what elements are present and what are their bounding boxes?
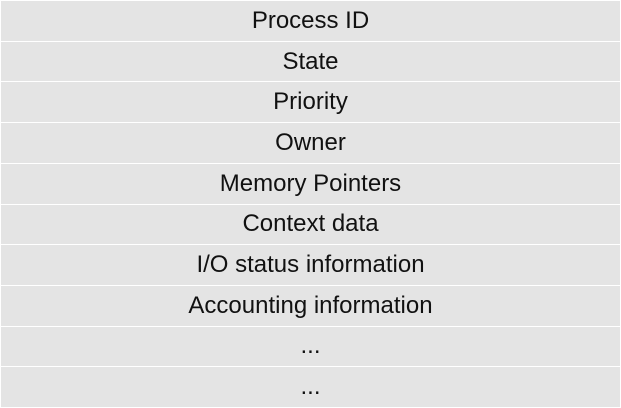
pcb-row-process-id: Process ID: [1, 1, 620, 42]
pcb-row-io-status: I/O status information: [1, 245, 620, 286]
pcb-row-ellipsis-2: ...: [1, 367, 620, 408]
pcb-row-ellipsis-1: ...: [1, 326, 620, 368]
pcb-row-state: State: [1, 41, 620, 83]
pcb-row-context-data: Context data: [1, 204, 620, 246]
process-control-block-table: Process ID State Priority Owner Memory P…: [1, 1, 620, 408]
pcb-row-priority: Priority: [1, 82, 620, 124]
pcb-row-memory-pointers: Memory Pointers: [1, 163, 620, 205]
pcb-row-owner: Owner: [1, 123, 620, 164]
pcb-row-accounting: Accounting information: [1, 285, 620, 327]
